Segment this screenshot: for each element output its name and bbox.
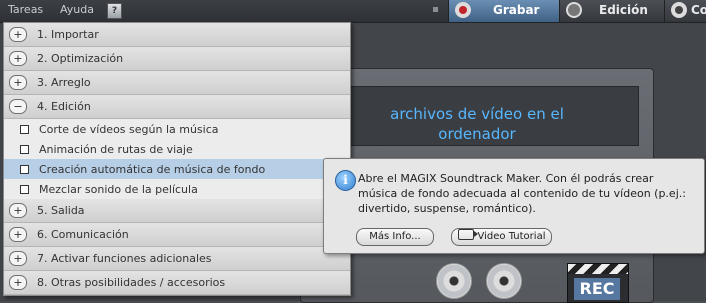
import-title[interactable]: archivos de vídeo en el ordenador — [357, 104, 597, 144]
rec-clapper-icon[interactable]: REC — [567, 263, 629, 303]
video-camera-icon — [457, 229, 478, 240]
category-label: 2. Optimización — [37, 52, 124, 65]
more-info-button[interactable]: Más Info... — [356, 228, 434, 246]
mode-grabar-label: Grabar — [493, 3, 540, 17]
category-label: 3. Arreglo — [37, 76, 91, 89]
mode-co-button[interactable]: Co — [664, 0, 706, 22]
subitem-label: Animación de rutas de viaje — [39, 143, 193, 156]
collapse-icon[interactable]: − — [9, 99, 27, 114]
expand-icon[interactable]: + — [9, 251, 27, 266]
subitem-animacion-rutas[interactable]: Animación de rutas de viaje — [4, 139, 350, 159]
category-label: 8. Otras posibilidades / accesorios — [37, 276, 226, 289]
bullet-square-icon — [20, 185, 29, 194]
category-optimizacion[interactable]: + 2. Optimización — [4, 47, 350, 71]
film-reel-icon — [566, 2, 582, 18]
bullet-square-icon — [20, 125, 29, 134]
disc-icon — [671, 2, 687, 18]
tooltip-text: Abre el MAGIX Soundtrack Maker. Con él p… — [358, 172, 686, 215]
expand-icon[interactable]: + — [9, 203, 27, 218]
help-icon[interactable]: ? — [107, 3, 122, 19]
disc-icon — [436, 263, 472, 299]
expand-icon[interactable]: + — [9, 227, 27, 242]
video-tutorial-button[interactable]: Video Tutorial — [451, 228, 552, 246]
video-tutorial-label: Video Tutorial — [477, 231, 546, 242]
expand-icon[interactable]: + — [9, 51, 27, 66]
subitem-label: Creación automática de música de fondo — [39, 163, 266, 176]
mode-edicion-button[interactable]: Edición — [559, 0, 664, 22]
bullet-square-icon — [20, 145, 29, 154]
menu-tareas[interactable]: Tareas — [8, 3, 43, 16]
category-label: 5. Salida — [37, 204, 85, 217]
mode-edicion-label: Edición — [599, 3, 648, 17]
category-comunicacion[interactable]: + 6. Comunicación — [4, 223, 350, 247]
category-edicion[interactable]: − 4. Edición — [4, 95, 350, 119]
info-icon: i — [335, 170, 356, 191]
menu-ayuda[interactable]: Ayuda — [60, 3, 94, 16]
rec-label: REC — [574, 278, 620, 300]
subitem-mezclar-sonido[interactable]: Mezclar sonido de la película — [4, 179, 350, 199]
separator-dot — [433, 7, 438, 12]
disc-icon — [486, 263, 522, 299]
expand-icon[interactable]: + — [9, 75, 27, 90]
subitem-musica-fondo[interactable]: Creación automática de música de fondo — [4, 159, 350, 179]
subitem-corte-videos[interactable]: Corte de vídeos según la música — [4, 119, 350, 139]
mode-co-label: Co — [691, 3, 706, 17]
tareas-dropdown: + 1. Importar + 2. Optimización + 3. Arr… — [3, 22, 351, 296]
category-otras-posibilidades[interactable]: + 8. Otras posibilidades / accesorios — [4, 271, 350, 295]
category-label: 1. Importar — [37, 28, 99, 41]
category-arreglo[interactable]: + 3. Arreglo — [4, 71, 350, 95]
subitem-label: Corte de vídeos según la música — [39, 123, 219, 136]
record-icon — [455, 2, 471, 18]
category-salida[interactable]: + 5. Salida — [4, 199, 350, 223]
clapper-stripes — [568, 264, 628, 274]
category-importar[interactable]: + 1. Importar — [4, 23, 350, 47]
bullet-square-icon — [20, 165, 29, 174]
category-label: 7. Activar funciones adicionales — [37, 252, 212, 265]
category-label: 4. Edición — [37, 100, 91, 113]
menubar: Tareas Ayuda ? Grabar Edición Co — [0, 0, 706, 23]
subitem-label: Mezclar sonido de la película — [39, 183, 198, 196]
expand-icon[interactable]: + — [9, 27, 27, 42]
category-activar-funciones[interactable]: + 7. Activar funciones adicionales — [4, 247, 350, 271]
expand-icon[interactable]: + — [9, 275, 27, 290]
mode-grabar-button[interactable]: Grabar — [448, 0, 559, 22]
info-tooltip: i Abre el MAGIX Soundtrack Maker. Con él… — [323, 158, 705, 254]
category-label: 6. Comunicación — [37, 228, 129, 241]
